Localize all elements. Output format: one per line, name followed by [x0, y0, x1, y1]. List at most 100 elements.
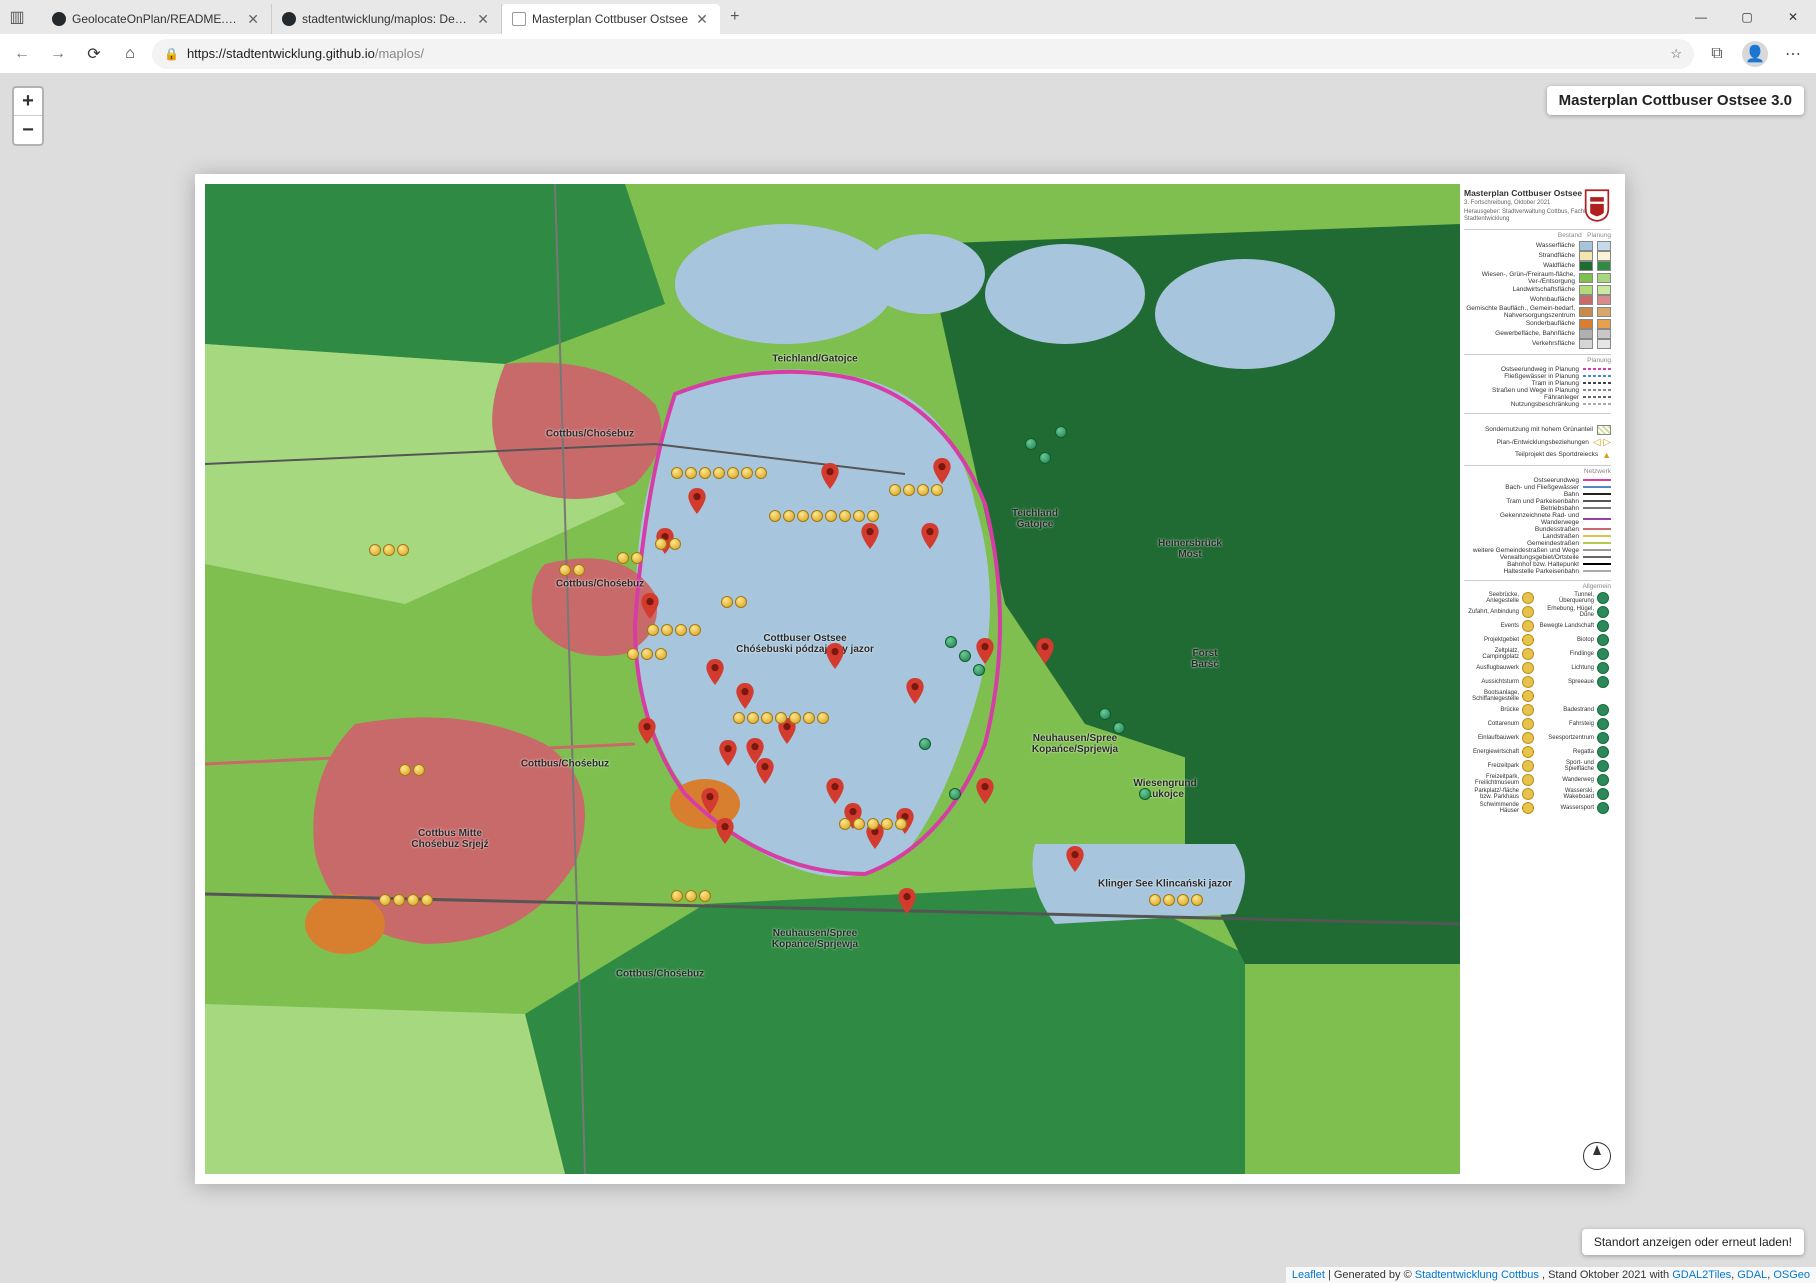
poi-icon[interactable]: [839, 818, 851, 830]
poi-icon[interactable]: [733, 712, 745, 724]
map-marker-icon[interactable]: [701, 788, 719, 814]
poi-icon[interactable]: [727, 467, 739, 479]
poi-green-icon[interactable]: [949, 788, 961, 800]
collections-button[interactable]: ⧉: [1702, 39, 1732, 69]
browser-tab[interactable]: stadtentwicklung/maplos: Dem… ✕: [272, 4, 502, 34]
poi-icon[interactable]: [761, 712, 773, 724]
home-button[interactable]: ⌂: [116, 40, 144, 68]
map-marker-icon[interactable]: [736, 683, 754, 709]
poi-icon[interactable]: [655, 538, 667, 550]
poi-icon[interactable]: [755, 467, 767, 479]
poi-icon[interactable]: [917, 484, 929, 496]
poi-icon[interactable]: [641, 648, 653, 660]
poi-icon[interactable]: [931, 484, 943, 496]
poi-icon[interactable]: [685, 467, 697, 479]
poi-icon[interactable]: [853, 818, 865, 830]
poi-green-icon[interactable]: [1139, 788, 1151, 800]
map-marker-icon[interactable]: [821, 463, 839, 489]
poi-green-icon[interactable]: [959, 650, 971, 662]
poi-icon[interactable]: [369, 544, 381, 556]
map-marker-icon[interactable]: [861, 523, 879, 549]
map-marker-icon[interactable]: [921, 523, 939, 549]
poi-icon[interactable]: [803, 712, 815, 724]
poi-icon[interactable]: [689, 624, 701, 636]
poi-icon[interactable]: [1177, 894, 1189, 906]
map-marker-icon[interactable]: [1066, 846, 1084, 872]
poi-green-icon[interactable]: [1055, 426, 1067, 438]
poi-icon[interactable]: [783, 510, 795, 522]
poi-icon[interactable]: [399, 764, 411, 776]
poi-icon[interactable]: [817, 712, 829, 724]
map-marker-icon[interactable]: [826, 778, 844, 804]
poi-icon[interactable]: [685, 890, 697, 902]
poi-icon[interactable]: [867, 510, 879, 522]
poi-icon[interactable]: [617, 552, 629, 564]
map-marker-icon[interactable]: [638, 718, 656, 744]
poi-icon[interactable]: [661, 624, 673, 636]
poi-icon[interactable]: [839, 510, 851, 522]
tab-close-icon[interactable]: ✕: [245, 11, 261, 28]
poi-icon[interactable]: [383, 544, 395, 556]
poi-icon[interactable]: [789, 712, 801, 724]
poi-icon[interactable]: [559, 564, 571, 576]
map-marker-icon[interactable]: [976, 638, 994, 664]
poi-icon[interactable]: [825, 510, 837, 522]
map-marker-icon[interactable]: [906, 678, 924, 704]
poi-icon[interactable]: [669, 538, 681, 550]
map-marker-icon[interactable]: [716, 818, 734, 844]
poi-icon[interactable]: [881, 818, 893, 830]
masterplan-image[interactable]: Teichland/GatojceCottbus/ChośebuzTeichla…: [195, 174, 1625, 1184]
window-close[interactable]: ✕: [1770, 0, 1816, 34]
poi-icon[interactable]: [867, 818, 879, 830]
poi-icon[interactable]: [895, 818, 907, 830]
map-marker-icon[interactable]: [756, 758, 774, 784]
poi-icon[interactable]: [775, 712, 787, 724]
browser-tab[interactable]: GeolocateOnPlan/README.md a ✕: [42, 4, 272, 34]
tab-close-icon[interactable]: ✕: [694, 11, 710, 28]
poi-icon[interactable]: [699, 467, 711, 479]
profile-button[interactable]: 👤: [1740, 39, 1770, 69]
poi-icon[interactable]: [379, 894, 391, 906]
map-marker-icon[interactable]: [1036, 638, 1054, 664]
poi-icon[interactable]: [655, 648, 667, 660]
poi-icon[interactable]: [631, 552, 643, 564]
poi-green-icon[interactable]: [1113, 722, 1125, 734]
zoom-in-button[interactable]: +: [14, 88, 42, 116]
map-marker-icon[interactable]: [688, 488, 706, 514]
gdal-link[interactable]: GDAL: [1737, 1269, 1767, 1281]
poi-icon[interactable]: [769, 510, 781, 522]
leaflet-link[interactable]: Leaflet: [1292, 1269, 1325, 1281]
browser-tab[interactable]: Masterplan Cottbuser Ostsee ✕: [502, 4, 720, 34]
address-bar[interactable]: 🔒 https://stadtentwicklung.github.io/map…: [152, 39, 1694, 69]
poi-icon[interactable]: [735, 596, 747, 608]
map-marker-icon[interactable]: [641, 593, 659, 619]
poi-icon[interactable]: [811, 510, 823, 522]
poi-icon[interactable]: [671, 890, 683, 902]
map-marker-icon[interactable]: [898, 888, 916, 914]
poi-icon[interactable]: [747, 712, 759, 724]
poi-icon[interactable]: [721, 596, 733, 608]
poi-icon[interactable]: [393, 894, 405, 906]
poi-icon[interactable]: [903, 484, 915, 496]
poi-green-icon[interactable]: [919, 738, 931, 750]
tab-close-icon[interactable]: ✕: [475, 11, 491, 28]
stadtentwicklung-link[interactable]: Stadtentwicklung Cottbus: [1415, 1269, 1539, 1281]
poi-green-icon[interactable]: [973, 664, 985, 676]
gdal2tiles-link[interactable]: GDAL2Tiles: [1672, 1269, 1731, 1281]
poi-icon[interactable]: [421, 894, 433, 906]
poi-icon[interactable]: [647, 624, 659, 636]
osgeo-link[interactable]: OSGeo: [1773, 1269, 1810, 1281]
poi-icon[interactable]: [397, 544, 409, 556]
map-marker-icon[interactable]: [976, 778, 994, 804]
menu-button[interactable]: ⋯: [1778, 39, 1808, 69]
poi-green-icon[interactable]: [1025, 438, 1037, 450]
poi-icon[interactable]: [699, 890, 711, 902]
poi-icon[interactable]: [1163, 894, 1175, 906]
map-marker-icon[interactable]: [706, 659, 724, 685]
map-marker-icon[interactable]: [933, 458, 951, 484]
window-minimize[interactable]: —: [1678, 0, 1724, 34]
poi-icon[interactable]: [1191, 894, 1203, 906]
poi-icon[interactable]: [675, 624, 687, 636]
poi-green-icon[interactable]: [1099, 708, 1111, 720]
geolocate-status-chip[interactable]: Standort anzeigen oder erneut laden!: [1582, 1229, 1804, 1255]
